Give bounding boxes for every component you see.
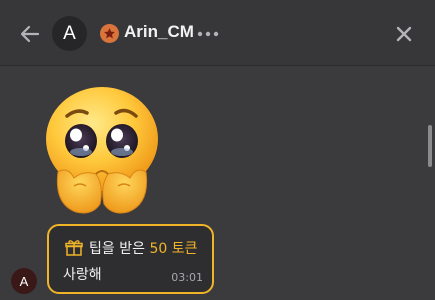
more-options-button[interactable] [196,25,220,43]
back-arrow-icon [20,25,40,43]
username[interactable]: Arin_CM [124,22,194,42]
sender-avatar[interactable]: A [11,268,37,294]
message-timestamp: 03:01 [171,271,203,284]
chat-header: A Arin_CM [0,0,435,66]
tip-summary: 팁을 받은 50 토큰 [89,238,197,258]
star-badge-icon [100,24,119,43]
tip-unit: 토큰 [171,241,198,257]
tip-prefix: 팁을 받은 [89,241,145,257]
gift-icon [65,240,83,256]
pleading-face-emoji [46,87,158,214]
back-button[interactable] [18,22,42,46]
tip-message-text: 사랑해 [63,267,102,283]
tip-amount: 50 [149,241,168,257]
chat-window: A Arin_CM A 팁을 받은 50 토큰 사랑해 03:01 [0,0,435,300]
close-button[interactable] [394,24,414,44]
close-icon [396,26,412,42]
more-dots-icon [197,31,219,37]
scrollbar-thumb[interactable] [428,125,432,167]
tip-message-bubble: 팁을 받은 50 토큰 사랑해 03:01 [47,224,214,294]
avatar[interactable]: A [52,16,87,51]
